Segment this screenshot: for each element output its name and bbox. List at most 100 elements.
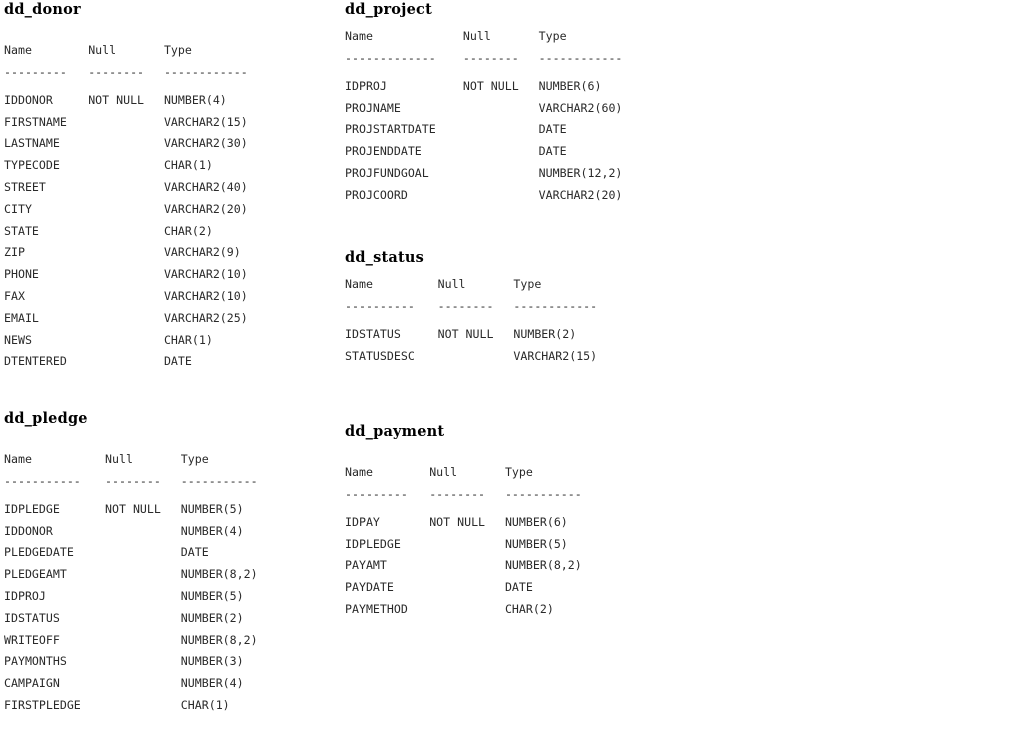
rule-null: -------- [429,486,486,501]
table-block-dd_status: dd_status Name Null Type ---------- -------- -… [345,250,623,367]
table-row: FAX VARCHAR2(10) [4,286,273,308]
column-type: DATE [538,144,567,159]
column-nullability [105,542,181,564]
column-name: PAYDATE [345,580,394,595]
column-nullability [88,199,164,221]
rule-type: ------------ [538,50,623,65]
column-nullability: NOT NULL [88,92,145,107]
rule-name: ------------- [345,50,436,65]
table-row: CITY VARCHAR2(20) [4,199,273,221]
header-name: Name [4,452,32,466]
header-null: Null [105,452,133,466]
column-type: NUMBER(5) [504,536,568,551]
column-name: PROJSTARTDATE [345,122,436,137]
table-row: PROJCOORD VARCHAR2(20) [345,185,648,207]
column-nullability [88,308,164,330]
column-nullability [463,141,539,163]
column-nullability [463,119,539,141]
column-type: VARCHAR2(15) [513,348,598,363]
column-nullability [429,599,505,621]
column-nullability [463,98,539,120]
column-name: FIRSTNAME [4,114,67,129]
column-name: PROJFUNDGOAL [345,165,429,180]
column-nullability [429,555,505,577]
column-header-row: Name Null Type [345,462,606,484]
table-block-dd_donor: dd_donor Name Null Type --------- -------- ---… [4,2,273,373]
column-type: CHAR(2) [504,601,554,616]
table-row: IDPLEDGE NUMBER(5) [345,534,606,556]
rule-spacer-cell [4,491,282,499]
column-nullability [105,673,181,695]
table-row: IDDONOR NUMBER(4) [4,521,282,543]
rule-name: --------- [345,486,408,501]
column-name: STREET [4,179,46,194]
describe-table-dd_pledge: Name Null Type ----------- -------- ---------… [4,449,282,717]
column-type: VARCHAR2(40) [163,179,248,194]
header-name: Name [345,29,373,43]
table-row: PAYMONTHS NUMBER(3) [4,651,282,673]
column-nullability [438,346,514,368]
rule-type: ------------ [163,64,248,79]
column-type: NUMBER(5) [180,588,244,603]
table-row: PLEDGEAMT NUMBER(8,2) [4,564,282,586]
table-row: IDSTATUS NOT NULL NUMBER(2) [345,324,623,346]
column-name: IDSTATUS [345,326,401,341]
column-header-row: Name Null Type [345,26,648,48]
column-type: VARCHAR2(10) [163,288,248,303]
column-nullability [88,133,164,155]
column-type: VARCHAR2(25) [163,310,248,325]
column-nullability: NOT NULL [105,501,161,516]
table-row: CAMPAIGN NUMBER(4) [4,673,282,695]
column-header-row: Name Null Type [4,449,282,471]
column-nullability [105,608,181,630]
column-header-row: Name Null Type [4,40,273,62]
header-null: Null [88,43,117,57]
table-title-dd_payment: dd_payment [345,423,445,440]
rule-null: -------- [105,473,161,488]
column-name: DTENTERED [4,354,67,369]
column-name: EMAIL [4,310,39,325]
table-row: FIRSTPLEDGE CHAR(1) [4,695,282,717]
column-name: STATUSDESC [345,348,415,363]
column-name: FAX [4,288,25,303]
table-row: PROJSTARTDATE DATE [345,119,648,141]
column-name: PAYMONTHS [4,654,67,669]
column-name: IDPROJ [345,78,387,93]
column-nullability [88,242,164,264]
column-nullability [88,264,164,286]
header-type: Type [180,452,209,466]
column-name: PROJNAME [345,100,401,115]
rule-spacer-cell [345,504,606,512]
column-type: NUMBER(4) [180,676,244,691]
column-nullability: NOT NULL [429,514,486,529]
table-row: IDSTATUS NUMBER(2) [4,608,282,630]
column-type: NUMBER(4) [180,523,244,538]
rule-spacer-cell [345,316,623,324]
column-nullability [88,351,164,373]
schema-listing-page: dd_donor Name Null Type --------- -------- ---… [0,0,1024,735]
table-block-dd_project: dd_project Name Null Type ------------- -----… [345,2,648,207]
table-row: IDPAY NOT NULL NUMBER(6) [345,512,606,534]
column-type: NUMBER(8,2) [180,567,258,582]
column-type: CHAR(2) [163,223,213,238]
column-name: STATE [4,223,39,238]
column-name: IDDONOR [4,523,53,538]
table-row: PROJENDDATE DATE [345,141,648,163]
column-type: VARCHAR2(9) [163,245,241,260]
column-name: CAMPAIGN [4,676,60,691]
column-type: DATE [538,122,567,137]
table-row: STATUSDESC VARCHAR2(15) [345,346,623,368]
column-type: NUMBER(6) [504,514,568,529]
column-nullability [429,577,505,599]
rule-null: -------- [88,64,145,79]
table-block-dd_pledge: dd_pledge Name Null Type ----------- --------… [4,411,282,717]
column-name: PROJENDDATE [345,144,422,159]
header-type: Type [513,277,542,291]
header-name: Name [345,465,373,479]
column-name: LASTNAME [4,136,60,151]
table-title-dd_status: dd_status [345,249,424,266]
describe-table-dd_project: Name Null Type ------------- -------- -------… [345,26,648,207]
header-type: Type [538,29,567,43]
rule-null: -------- [462,50,519,65]
table-row: PHONE VARCHAR2(10) [4,264,273,286]
